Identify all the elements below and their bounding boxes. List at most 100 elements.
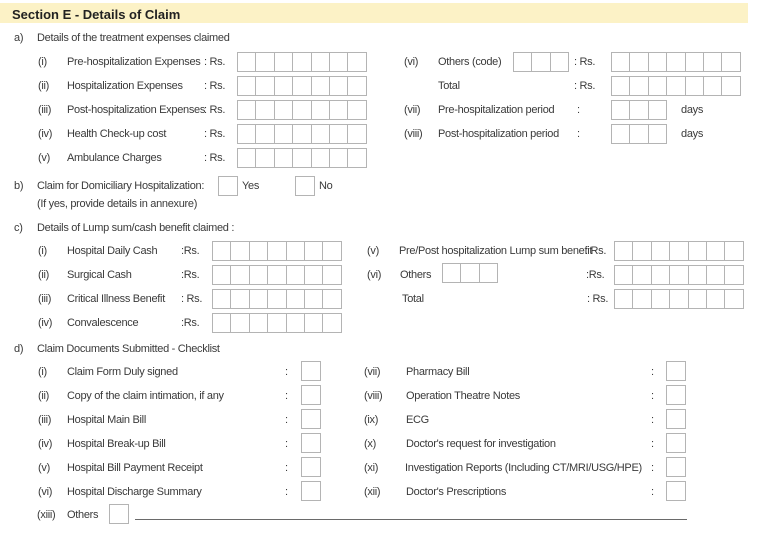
- digit-cell[interactable]: [650, 241, 671, 261]
- digit-cell[interactable]: [328, 76, 349, 96]
- digit-cell[interactable]: [212, 289, 232, 309]
- digit-cell[interactable]: [614, 241, 634, 261]
- digit-cell[interactable]: [292, 148, 312, 168]
- digit-cell[interactable]: [328, 148, 349, 168]
- digit-cell[interactable]: [647, 76, 668, 96]
- others-amount-input[interactable]: [611, 52, 741, 72]
- digit-cell[interactable]: [687, 241, 707, 261]
- digit-cell[interactable]: [292, 76, 312, 96]
- digit-cell[interactable]: [322, 241, 342, 261]
- digit-cell[interactable]: [614, 289, 634, 309]
- digit-cell[interactable]: [347, 52, 367, 72]
- digit-cell[interactable]: [230, 265, 250, 285]
- amount-input[interactable]: [237, 76, 367, 96]
- digit-cell[interactable]: [328, 124, 349, 144]
- digit-cell[interactable]: [702, 76, 723, 96]
- digit-cell[interactable]: [237, 124, 257, 144]
- digit-cell[interactable]: [611, 124, 631, 144]
- digit-cell[interactable]: [724, 265, 744, 285]
- document-checkbox[interactable]: [666, 361, 686, 381]
- digit-cell[interactable]: [531, 52, 551, 72]
- digit-cell[interactable]: [212, 313, 232, 333]
- digit-cell[interactable]: [303, 265, 324, 285]
- digit-cell[interactable]: [255, 100, 275, 120]
- digit-cell[interactable]: [212, 265, 232, 285]
- digit-cell[interactable]: [310, 52, 330, 72]
- digit-cell[interactable]: [310, 100, 330, 120]
- amount-input[interactable]: [212, 289, 342, 309]
- lump-sum-amount-input[interactable]: [614, 241, 744, 261]
- digit-cell[interactable]: [237, 76, 257, 96]
- digit-cell[interactable]: [230, 289, 250, 309]
- document-checkbox[interactable]: [301, 385, 321, 405]
- digit-cell[interactable]: [310, 148, 330, 168]
- digit-cell[interactable]: [687, 289, 707, 309]
- digit-cell[interactable]: [684, 52, 704, 72]
- document-checkbox[interactable]: [301, 481, 321, 501]
- digit-cell[interactable]: [705, 265, 726, 285]
- others-code-input[interactable]: [513, 52, 570, 72]
- digit-cell[interactable]: [230, 313, 250, 333]
- document-checkbox[interactable]: [666, 481, 686, 501]
- digit-cell[interactable]: [629, 76, 649, 96]
- digit-cell[interactable]: [347, 148, 367, 168]
- digit-cell[interactable]: [328, 100, 349, 120]
- digit-cell[interactable]: [647, 124, 668, 144]
- digit-cell[interactable]: [285, 289, 305, 309]
- digit-cell[interactable]: [647, 100, 668, 120]
- digit-cell[interactable]: [687, 265, 707, 285]
- digit-cell[interactable]: [478, 263, 499, 283]
- digit-cell[interactable]: [267, 289, 287, 309]
- digit-cell[interactable]: [322, 289, 342, 309]
- digit-cell[interactable]: [347, 124, 367, 144]
- document-checkbox[interactable]: [301, 409, 321, 429]
- digit-cell[interactable]: [237, 148, 257, 168]
- digit-cell[interactable]: [248, 313, 269, 333]
- digit-cell[interactable]: [684, 76, 704, 96]
- total-amount-input[interactable]: [614, 289, 744, 309]
- digit-cell[interactable]: [248, 265, 269, 285]
- total-amount-input[interactable]: [611, 76, 741, 96]
- checklist-others-checkbox[interactable]: [109, 504, 129, 524]
- digit-cell[interactable]: [650, 265, 671, 285]
- digit-cell[interactable]: [230, 241, 250, 261]
- digit-cell[interactable]: [614, 265, 634, 285]
- digit-cell[interactable]: [442, 263, 462, 283]
- digit-cell[interactable]: [632, 289, 652, 309]
- document-checkbox[interactable]: [666, 457, 686, 477]
- digit-cell[interactable]: [237, 52, 257, 72]
- digit-cell[interactable]: [629, 52, 649, 72]
- digit-cell[interactable]: [267, 241, 287, 261]
- digit-cell[interactable]: [629, 124, 649, 144]
- digit-cell[interactable]: [650, 289, 671, 309]
- digit-cell[interactable]: [267, 265, 287, 285]
- document-checkbox[interactable]: [666, 409, 686, 429]
- digit-cell[interactable]: [212, 241, 232, 261]
- digit-cell[interactable]: [310, 124, 330, 144]
- digit-cell[interactable]: [255, 124, 275, 144]
- digit-cell[interactable]: [248, 289, 269, 309]
- digit-cell[interactable]: [267, 313, 287, 333]
- document-checkbox[interactable]: [301, 361, 321, 381]
- digit-cell[interactable]: [328, 52, 349, 72]
- digit-cell[interactable]: [273, 148, 294, 168]
- digit-cell[interactable]: [632, 241, 652, 261]
- digit-cell[interactable]: [705, 241, 726, 261]
- digit-cell[interactable]: [255, 52, 275, 72]
- digit-cell[interactable]: [310, 76, 330, 96]
- digit-cell[interactable]: [460, 263, 480, 283]
- digit-cell[interactable]: [285, 265, 305, 285]
- digit-cell[interactable]: [322, 265, 342, 285]
- digit-cell[interactable]: [347, 100, 367, 120]
- digit-cell[interactable]: [611, 76, 631, 96]
- document-checkbox[interactable]: [301, 433, 321, 453]
- digit-cell[interactable]: [702, 52, 723, 72]
- digit-cell[interactable]: [666, 52, 686, 72]
- digit-cell[interactable]: [721, 76, 741, 96]
- digit-cell[interactable]: [611, 52, 631, 72]
- digit-cell[interactable]: [669, 289, 689, 309]
- digit-cell[interactable]: [273, 100, 294, 120]
- post-period-days-input[interactable]: [611, 124, 668, 144]
- digit-cell[interactable]: [666, 76, 686, 96]
- digit-cell[interactable]: [292, 124, 312, 144]
